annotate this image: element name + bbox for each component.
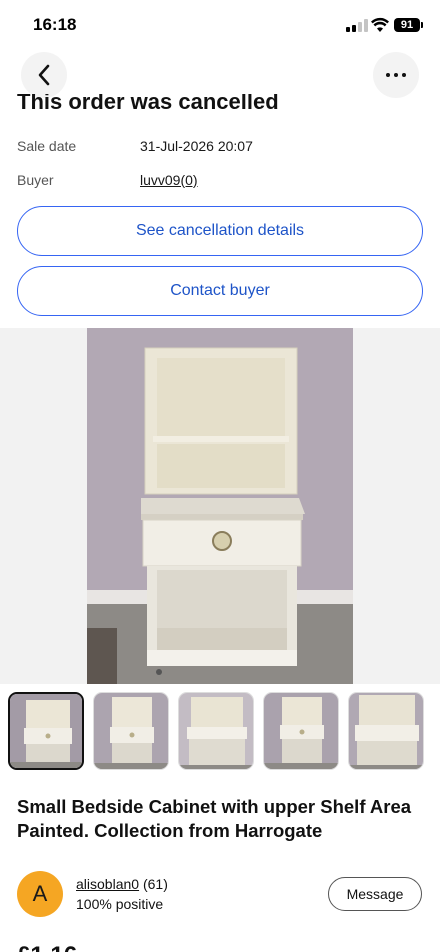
photo-thumbnails xyxy=(8,692,440,770)
sale-date-value: 31-Jul-2026 20:07 xyxy=(140,138,253,154)
thumbnail-1[interactable] xyxy=(8,692,84,770)
thumbnail-4[interactable] xyxy=(263,692,339,770)
seller-feedback: 100% positive xyxy=(76,896,164,912)
chevron-left-icon xyxy=(38,64,50,86)
battery-indicator: 91 xyxy=(394,18,423,32)
thumbnail-5[interactable] xyxy=(348,692,424,770)
item-price: £1.16 xyxy=(17,942,77,952)
order-status-title: This order was cancelled xyxy=(17,94,279,114)
seller-avatar[interactable]: A xyxy=(17,871,63,917)
contact-buyer-button[interactable]: Contact buyer xyxy=(17,266,423,316)
more-horizontal-icon xyxy=(384,73,408,77)
status-bar: 16:18 91 xyxy=(0,0,440,50)
cellular-signal-icon xyxy=(346,19,368,32)
more-options-button[interactable] xyxy=(373,52,419,98)
item-main-photo[interactable] xyxy=(87,328,353,684)
item-title: Small Bedside Cabinet with upper Shelf A… xyxy=(17,796,412,841)
see-cancellation-details-button[interactable]: See cancellation details xyxy=(17,206,423,256)
buyer-label: Buyer xyxy=(17,172,54,188)
thumbnail-2[interactable] xyxy=(93,692,169,770)
seller-rating: (61) xyxy=(142,876,168,892)
buyer-link[interactable]: luvv09(0) xyxy=(140,172,198,188)
seller-info[interactable]: alisoblan0 (61) xyxy=(76,876,168,892)
message-button[interactable]: Message xyxy=(328,877,422,911)
sale-date-label: Sale date xyxy=(17,138,77,154)
status-time: 16:18 xyxy=(33,15,77,34)
back-button[interactable] xyxy=(21,52,67,98)
seller-name-link[interactable]: alisoblan0 xyxy=(76,876,139,892)
item-photo-area[interactable] xyxy=(0,328,440,684)
thumbnail-3[interactable] xyxy=(178,692,254,770)
wifi-icon xyxy=(371,17,389,32)
